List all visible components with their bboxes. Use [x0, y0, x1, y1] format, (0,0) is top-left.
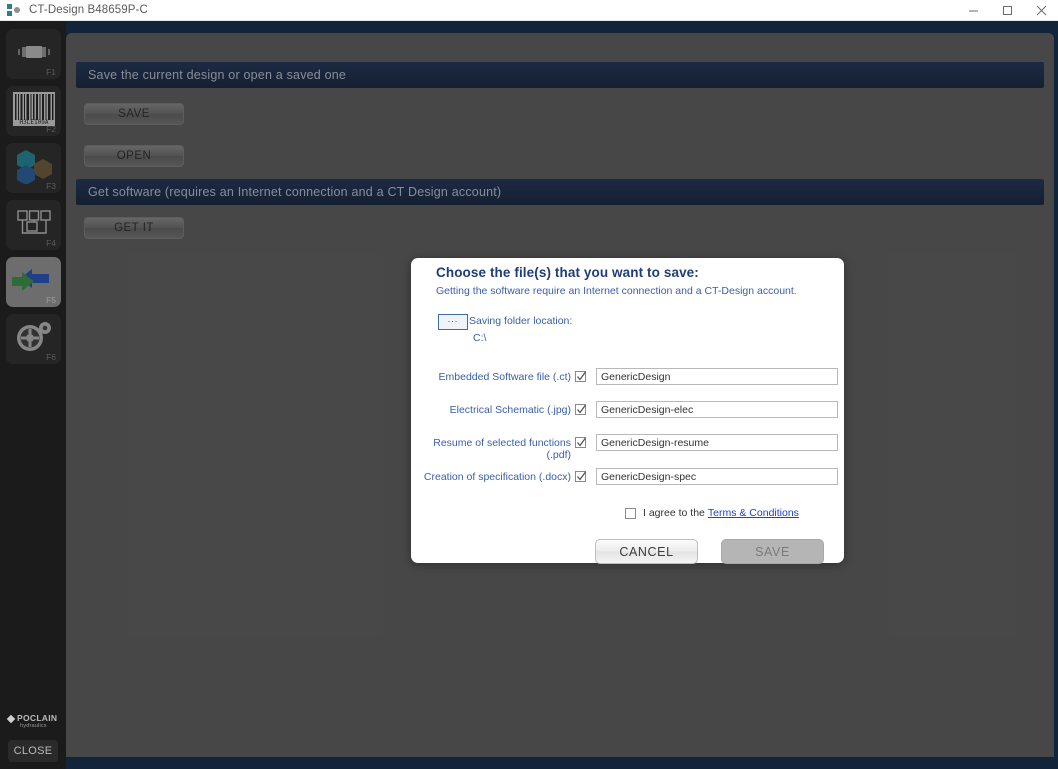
file-name-input[interactable] [596, 434, 838, 451]
file-label: Creation of specification (.docx) [423, 471, 571, 483]
file-checkbox[interactable] [575, 404, 587, 415]
window-titlebar: CT-Design B48659P-C [0, 0, 1058, 21]
sidebar-item-settings[interactable]: F6 [6, 314, 61, 364]
brand-logo: POCLAIN hydraulics [6, 713, 63, 729]
app-logo-icon [7, 3, 23, 17]
sidebar-fkey: F6 [46, 352, 56, 362]
dialog-save-button[interactable]: SAVE [721, 539, 824, 564]
minimize-icon[interactable] [956, 0, 990, 21]
browse-ellipsis-label: ... [447, 313, 459, 324]
brand-name: POCLAIN [17, 713, 58, 723]
dialog-title: Choose the file(s) that you want to save… [436, 265, 699, 280]
file-label: Electrical Schematic (.jpg) [449, 404, 571, 416]
sidebar-item-barcode[interactable]: H3LE109A F2 [6, 86, 61, 136]
left-sidebar: F1 H3LE109A F2 F3 F4 F5 F6 POCLAIN hydra… [0, 21, 66, 769]
terms-and-conditions-link[interactable]: Terms & Conditions [708, 507, 799, 519]
save-files-dialog: Choose the file(s) that you want to save… [411, 258, 844, 564]
sidebar-item-cylinder[interactable]: F1 [6, 29, 61, 79]
file-checkbox[interactable] [575, 437, 587, 448]
file-checkbox[interactable] [575, 471, 587, 482]
file-label: Embedded Software file (.ct) [438, 371, 571, 383]
browse-folder-button[interactable]: ... [438, 314, 468, 330]
app-body: F1 H3LE109A F2 F3 F4 F5 F6 POCLAIN hydra… [0, 21, 1058, 769]
sidebar-item-schematic[interactable]: F4 [6, 200, 61, 250]
maximize-icon[interactable] [990, 0, 1024, 21]
sidebar-fkey: F2 [46, 124, 56, 134]
close-icon[interactable] [1024, 0, 1058, 21]
window-title: CT-Design B48659P-C [29, 4, 148, 16]
file-name-input[interactable] [596, 468, 838, 485]
window-controls [956, 0, 1058, 21]
brand-subtitle: hydraulics [20, 723, 47, 729]
file-row-specification: Creation of specification (.docx) [411, 468, 844, 488]
saving-folder-path: C:\ [473, 332, 487, 344]
file-checkbox[interactable] [575, 371, 587, 382]
file-row-resume: Resume of selected functions (.pdf) [411, 434, 844, 461]
close-app-button[interactable]: CLOSE [8, 740, 58, 762]
bottom-strip [66, 757, 1058, 769]
agree-checkbox[interactable] [625, 507, 636, 519]
modal-overlay: Choose the file(s) that you want to save… [66, 33, 1054, 766]
saving-folder-label: Saving folder location: [469, 315, 573, 327]
sidebar-fkey: F3 [46, 181, 56, 191]
svg-text:H3LE109A: H3LE109A [19, 119, 48, 126]
dialog-subtitle: Getting the software require an Internet… [436, 285, 797, 297]
sidebar-fkey: F4 [46, 238, 56, 248]
terms-agreement-row: I agree to the Terms & Conditions [625, 507, 799, 519]
sidebar-item-hexagons[interactable]: F3 [6, 143, 61, 193]
sidebar-item-save-open[interactable]: F5 [4, 257, 61, 307]
file-name-input[interactable] [596, 368, 838, 385]
save-open-arrows-icon [4, 267, 56, 298]
brand-diamond-icon [6, 714, 16, 724]
cylinder-icon [15, 42, 53, 67]
sidebar-fkey: F1 [46, 67, 56, 77]
file-name-input[interactable] [596, 401, 838, 418]
file-row-electrical-schematic: Electrical Schematic (.jpg) [411, 401, 844, 421]
agree-label: I agree to the [643, 507, 705, 519]
file-row-embedded-software: Embedded Software file (.ct) [411, 368, 844, 388]
dialog-cancel-button[interactable]: CANCEL [595, 539, 698, 564]
file-label: Resume of selected functions (.pdf) [433, 437, 571, 461]
sidebar-fkey: F5 [46, 295, 56, 305]
